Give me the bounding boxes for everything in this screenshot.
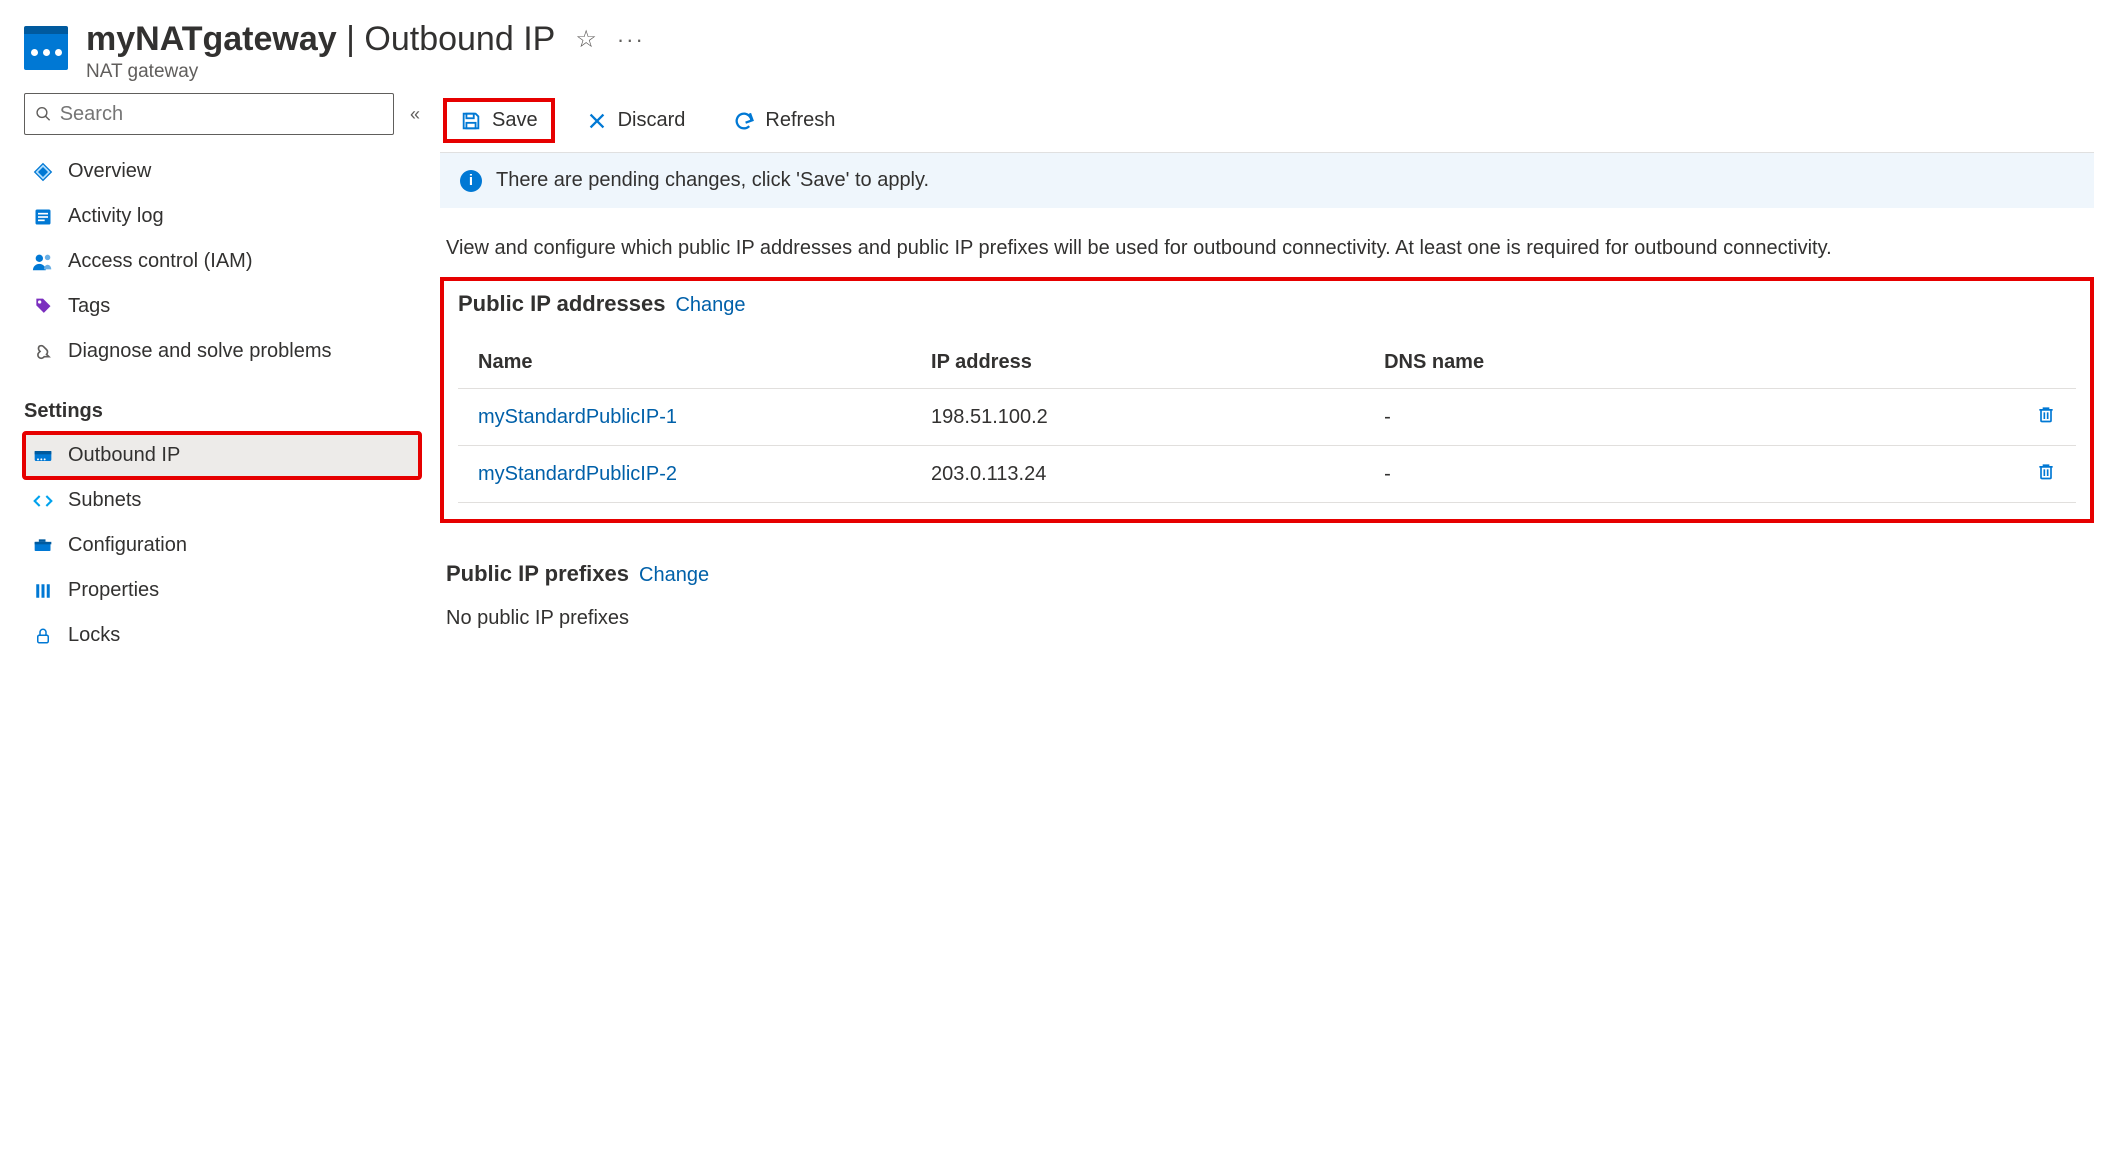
diagnose-icon — [32, 341, 54, 363]
save-button[interactable]: Save — [446, 101, 552, 140]
public-ip-table: Name IP address DNS name myStandardPubli… — [458, 337, 2076, 503]
lock-icon — [32, 625, 54, 647]
properties-icon — [32, 580, 54, 602]
refresh-label: Refresh — [765, 109, 835, 132]
prefix-change-link[interactable]: Change — [639, 564, 709, 587]
public-ip-prefixes-section: Public IP prefixes Change No public IP p… — [440, 561, 2094, 630]
sidebar-section-settings: Settings — [24, 400, 420, 423]
page-title: myNATgateway | Outbound IP — [86, 20, 555, 59]
page-title-section: Outbound IP — [364, 20, 555, 58]
public-ip-change-link[interactable]: Change — [675, 294, 745, 317]
iam-icon — [32, 251, 54, 273]
public-ip-section: Public IP addresses Change Name IP addre… — [444, 281, 2090, 519]
refresh-icon — [733, 110, 755, 132]
subnets-icon — [32, 490, 54, 512]
main-content: Save Discard Refresh i There are pending… — [440, 93, 2114, 1174]
activity-log-icon — [32, 206, 54, 228]
tag-icon — [32, 296, 54, 318]
ip-name-link[interactable]: myStandardPublicIP-2 — [458, 446, 911, 503]
col-ip: IP address — [911, 337, 1364, 389]
ip-dns-cell: - — [1364, 446, 2016, 503]
collapse-sidebar-icon[interactable]: « — [410, 104, 420, 125]
ip-address-cell: 198.51.100.2 — [911, 389, 1364, 446]
sidebar-item-subnets[interactable]: Subnets — [24, 478, 420, 523]
page-title-name: myNATgateway — [86, 20, 337, 58]
ip-address-cell: 203.0.113.24 — [911, 446, 1364, 503]
refresh-button[interactable]: Refresh — [719, 101, 849, 140]
sidebar-item-activity-log[interactable]: Activity log — [24, 194, 420, 239]
public-ip-title: Public IP addresses — [458, 291, 665, 317]
sidebar-item-label: Properties — [68, 579, 159, 602]
info-bar: i There are pending changes, click 'Save… — [440, 152, 2094, 208]
sidebar-item-label: Tags — [68, 295, 110, 318]
sidebar: « Overview Activity log Access control (… — [0, 93, 440, 1174]
table-row: myStandardPublicIP-1 198.51.100.2 - — [458, 389, 2076, 446]
sidebar-item-locks[interactable]: Locks — [24, 613, 420, 658]
search-input[interactable] — [60, 103, 383, 126]
sidebar-item-label: Overview — [68, 160, 151, 183]
sidebar-item-label: Diagnose and solve problems — [68, 340, 332, 363]
save-icon — [460, 110, 482, 132]
delete-row-icon[interactable] — [2036, 408, 2056, 430]
discard-icon — [586, 110, 608, 132]
ip-name-link[interactable]: myStandardPublicIP-1 — [458, 389, 911, 446]
sidebar-item-label: Activity log — [68, 205, 164, 228]
title-separator: | — [337, 20, 365, 58]
table-row: myStandardPublicIP-2 203.0.113.24 - — [458, 446, 2076, 503]
sidebar-item-tags[interactable]: Tags — [24, 284, 420, 329]
sidebar-item-outbound-ip[interactable]: Outbound IP — [24, 433, 420, 478]
page-header: myNATgateway | Outbound IP ☆ ··· NAT gat… — [0, 0, 2114, 93]
favorite-star-icon[interactable]: ☆ — [575, 25, 597, 54]
sidebar-search[interactable] — [24, 93, 394, 135]
sidebar-item-label: Outbound IP — [68, 444, 180, 467]
more-actions-icon[interactable]: ··· — [617, 27, 645, 53]
sidebar-item-diagnose[interactable]: Diagnose and solve problems — [24, 329, 420, 374]
info-icon: i — [460, 170, 482, 192]
sidebar-item-configuration[interactable]: Configuration — [24, 523, 420, 568]
sidebar-item-label: Configuration — [68, 534, 187, 557]
sidebar-item-label: Access control (IAM) — [68, 250, 252, 273]
col-dns: DNS name — [1364, 337, 2016, 389]
save-label: Save — [492, 109, 538, 132]
prefix-title: Public IP prefixes — [446, 561, 629, 587]
sidebar-item-iam[interactable]: Access control (IAM) — [24, 239, 420, 284]
discard-label: Discard — [618, 109, 686, 132]
ip-dns-cell: - — [1364, 389, 2016, 446]
delete-row-icon[interactable] — [2036, 465, 2056, 487]
outbound-ip-icon — [32, 445, 54, 467]
prefix-empty-text: No public IP prefixes — [446, 607, 2088, 630]
info-bar-text: There are pending changes, click 'Save' … — [496, 169, 929, 192]
sidebar-item-label: Locks — [68, 624, 120, 647]
overview-icon — [32, 161, 54, 183]
sidebar-item-overview[interactable]: Overview — [24, 149, 420, 194]
resource-type-label: NAT gateway — [86, 61, 645, 83]
search-icon — [35, 105, 52, 123]
discard-button[interactable]: Discard — [572, 101, 700, 140]
description-text: View and configure which public IP addre… — [440, 208, 2094, 281]
configuration-icon — [32, 535, 54, 557]
sidebar-item-label: Subnets — [68, 489, 141, 512]
sidebar-item-properties[interactable]: Properties — [24, 568, 420, 613]
col-name: Name — [458, 337, 911, 389]
nat-gateway-icon — [24, 26, 68, 70]
command-bar: Save Discard Refresh — [440, 93, 2094, 152]
